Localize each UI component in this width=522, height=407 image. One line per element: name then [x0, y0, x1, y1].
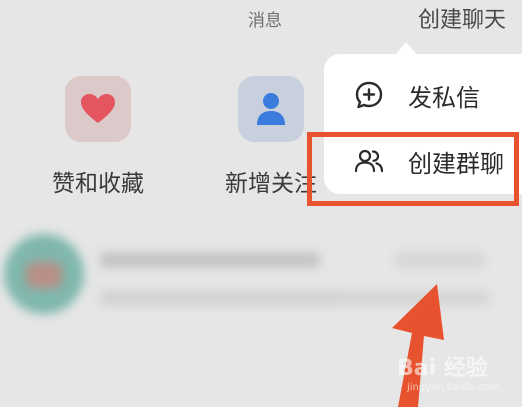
pointer-arrow [392, 284, 444, 407]
watermark: Bai 经验 jingyan.baidu.com [397, 350, 499, 393]
watermark-url: jingyan.baidu.com [407, 382, 500, 393]
watermark-text: Bai 经验 [397, 356, 488, 381]
